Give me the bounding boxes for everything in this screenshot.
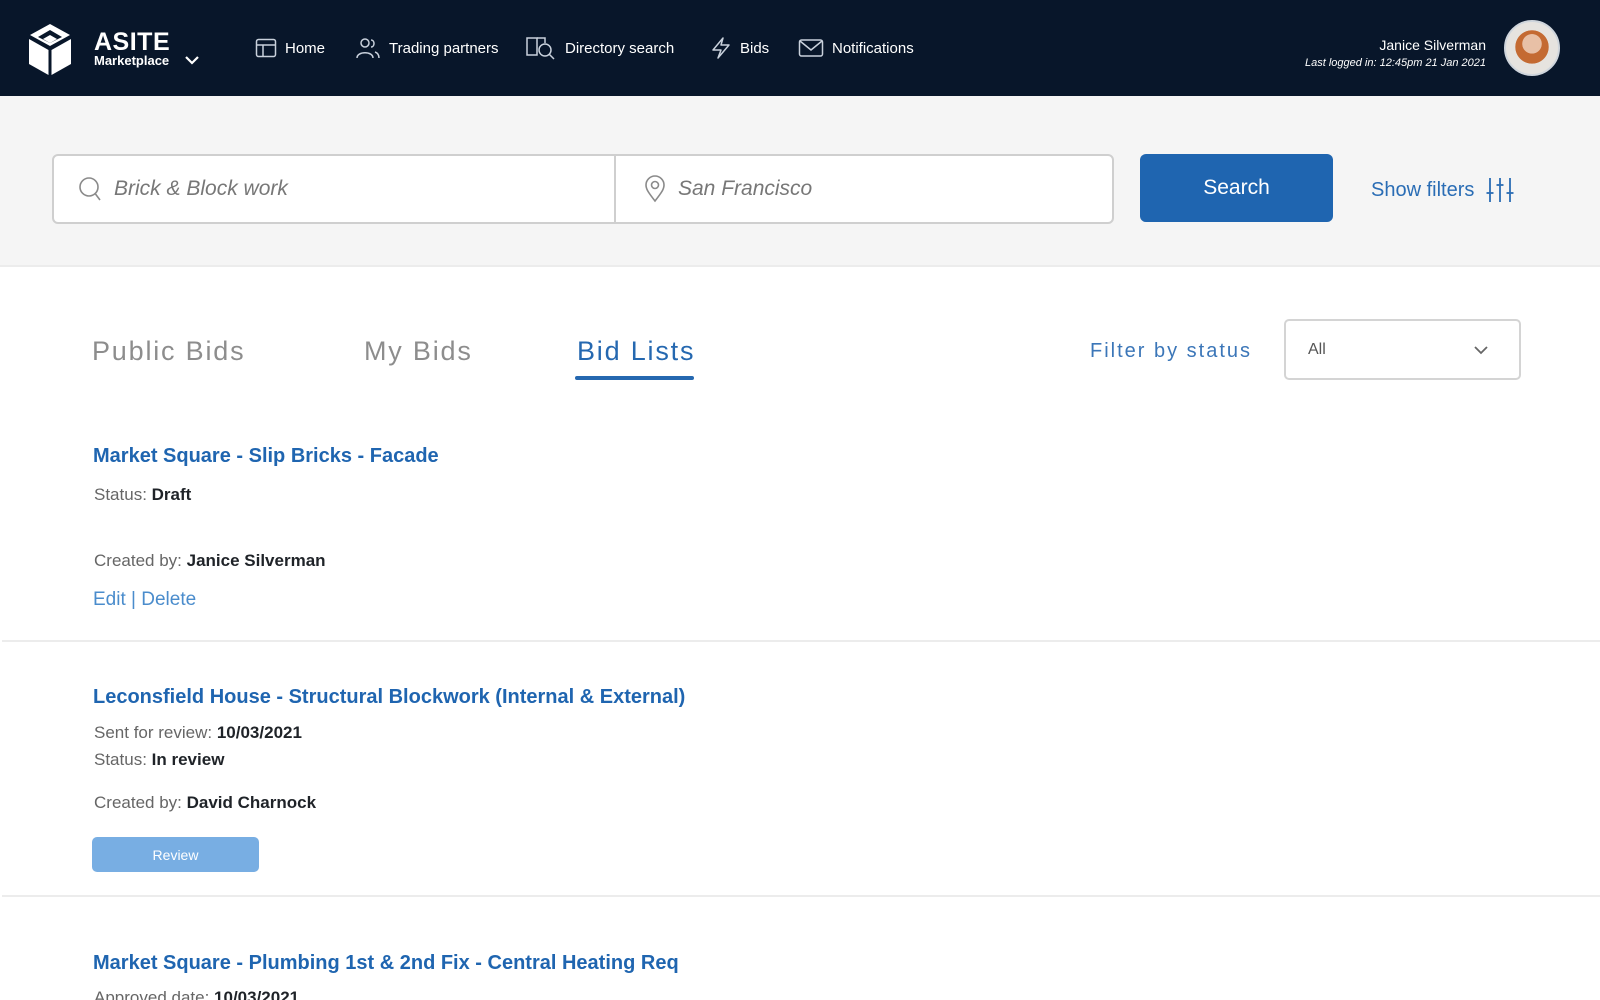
bid-title-link[interactable]: Leconsfield House - Structural Blockwork… bbox=[93, 686, 685, 709]
bid-created-by: Created by: Janice Silverman bbox=[94, 551, 326, 571]
keyword-field bbox=[54, 156, 616, 222]
nav-bids-label: Bids bbox=[740, 39, 770, 57]
location-pin-icon bbox=[645, 175, 665, 203]
bid-approved-date: Approved date: 10/03/2021 bbox=[94, 988, 299, 1000]
user-info: Janice Silverman Last logged in: 12:45pm… bbox=[1305, 36, 1486, 72]
layout-icon bbox=[255, 38, 277, 58]
top-navigation-bar: ASITE Marketplace Home Trading partners … bbox=[0, 0, 1600, 96]
created-by-label: Created by: bbox=[94, 551, 182, 570]
avatar[interactable] bbox=[1504, 20, 1560, 76]
sliders-icon bbox=[1486, 178, 1514, 202]
divider bbox=[2, 895, 1600, 897]
brand-name: ASITE bbox=[94, 28, 171, 56]
approved-label: Approved date: bbox=[94, 988, 210, 1000]
status-filter-select[interactable]: All bbox=[1284, 319, 1521, 380]
show-filters-button[interactable]: Show filters bbox=[1371, 176, 1514, 204]
directory-search-icon bbox=[526, 37, 555, 60]
created-by-value: David Charnock bbox=[186, 793, 317, 812]
bid-actions: Edit | Delete bbox=[93, 589, 196, 611]
action-separator: | bbox=[131, 589, 136, 610]
mail-icon bbox=[798, 39, 824, 57]
search-icon bbox=[79, 177, 101, 201]
keyword-input[interactable] bbox=[114, 177, 614, 201]
active-tab-indicator bbox=[575, 376, 694, 380]
brand-subtitle: Marketplace bbox=[94, 53, 170, 68]
search-box bbox=[52, 154, 1178, 224]
edit-link[interactable]: Edit bbox=[93, 589, 126, 610]
nav-trading-partners[interactable]: Trading partners bbox=[355, 34, 499, 62]
sent-label: Sent for review: bbox=[94, 723, 213, 742]
brand[interactable]: ASITE Marketplace bbox=[94, 30, 170, 68]
bid-sent-for-review: Sent for review: 10/03/2021 bbox=[94, 723, 302, 743]
bid-title-link[interactable]: Market Square - Plumbing 1st & 2nd Fix -… bbox=[93, 952, 679, 975]
user-name: Janice Silverman bbox=[1379, 37, 1486, 53]
status-label: Status: bbox=[94, 750, 147, 769]
bid-title-link[interactable]: Market Square - Slip Bricks - Facade bbox=[93, 445, 439, 468]
status-value: Draft bbox=[151, 485, 192, 504]
tab-bid-lists[interactable]: Bid Lists bbox=[577, 336, 695, 367]
review-button[interactable]: Review bbox=[92, 837, 259, 872]
nav-notifications-label: Notifications bbox=[832, 39, 914, 57]
tab-my-bids[interactable]: My Bids bbox=[364, 336, 473, 367]
chevron-down-icon[interactable] bbox=[184, 54, 200, 66]
chevron-down-icon bbox=[1474, 346, 1488, 355]
location-input[interactable] bbox=[678, 177, 1178, 201]
lightning-icon bbox=[712, 37, 730, 59]
search-button[interactable]: Search bbox=[1140, 154, 1333, 222]
nav-bids[interactable]: Bids bbox=[710, 34, 769, 62]
search-section: Search Show filters bbox=[0, 96, 1600, 267]
divider bbox=[2, 640, 1600, 642]
approved-date: 10/03/2021 bbox=[214, 988, 300, 1000]
sent-date: 10/03/2021 bbox=[216, 723, 302, 742]
filter-by-status-label: Filter by status bbox=[1090, 340, 1253, 362]
last-logged-in: Last logged in: 12:45pm 21 Jan 2021 bbox=[1304, 57, 1486, 69]
nav-directory-search[interactable]: Directory search bbox=[525, 34, 674, 62]
nav-home-label: Home bbox=[285, 39, 326, 57]
bid-created-by: Created by: David Charnock bbox=[94, 793, 316, 813]
asite-logo-icon[interactable] bbox=[26, 22, 74, 76]
nav-home[interactable]: Home bbox=[255, 34, 325, 62]
created-by-label: Created by: bbox=[94, 793, 182, 812]
users-icon bbox=[356, 38, 380, 59]
created-by-value: Janice Silverman bbox=[186, 551, 326, 570]
delete-link[interactable]: Delete bbox=[141, 589, 196, 610]
location-field bbox=[616, 156, 1178, 222]
status-filter-value: All bbox=[1308, 340, 1326, 358]
bid-status: Status: In review bbox=[94, 750, 224, 770]
nav-notifications[interactable]: Notifications bbox=[798, 34, 914, 62]
nav-directory-search-label: Directory search bbox=[565, 39, 675, 57]
nav-trading-partners-label: Trading partners bbox=[389, 39, 499, 57]
bid-status: Status: Draft bbox=[94, 485, 191, 505]
status-label: Status: bbox=[94, 485, 147, 504]
show-filters-label: Show filters bbox=[1371, 178, 1475, 201]
tab-public-bids[interactable]: Public Bids bbox=[92, 336, 245, 367]
status-value: In review bbox=[151, 750, 225, 769]
